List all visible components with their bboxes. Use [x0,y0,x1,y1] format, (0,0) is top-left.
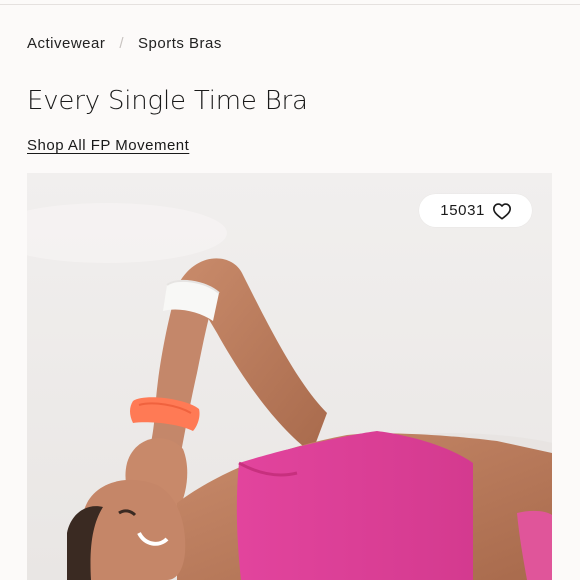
shop-all-link[interactable]: Shop All FP Movement [27,137,189,154]
header-divider [0,4,580,5]
product-image[interactable]: 15031 [27,173,552,580]
breadcrumb-item-activewear[interactable]: Activewear [27,35,105,52]
product-title: Every Single Time Bra [27,86,308,116]
product-page: Activewear / Sports Bras Every Single Ti… [0,0,580,580]
breadcrumb-separator: / [119,35,125,52]
favorite-button[interactable]: 15031 [419,194,532,227]
product-photo [27,173,552,580]
heart-outline-icon [493,202,511,220]
favorite-count: 15031 [440,202,485,219]
breadcrumb: Activewear / Sports Bras [27,35,222,52]
breadcrumb-item-sports-bras[interactable]: Sports Bras [138,35,222,52]
